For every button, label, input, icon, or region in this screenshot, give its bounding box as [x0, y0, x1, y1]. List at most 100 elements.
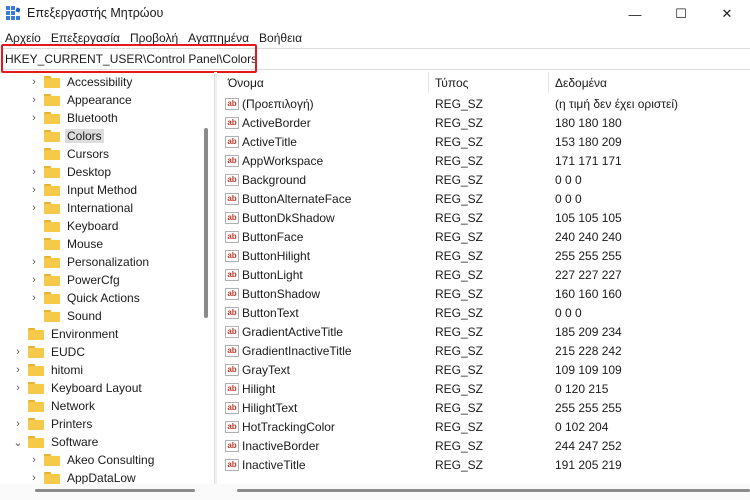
folder-icon — [44, 472, 60, 484]
tree-item-hitomi[interactable]: › hitomi — [12, 361, 85, 379]
minimize-button[interactable]: — — [612, 0, 658, 28]
value-row[interactable]: ab ActiveBorder REG_SZ 180 180 180 — [219, 114, 750, 133]
value-name: Background — [242, 173, 307, 187]
value-row[interactable]: ab ButtonShadow REG_SZ 160 160 160 — [219, 285, 750, 304]
tree-item-software[interactable]: ⌄ Software — [12, 433, 100, 451]
column-header-type[interactable]: Τύπος — [429, 72, 549, 94]
tree-item-quick-actions[interactable]: › Quick Actions — [28, 289, 142, 307]
tree-item-akeo-consulting[interactable]: › Akeo Consulting — [28, 451, 156, 469]
value-name: ActiveTitle — [242, 135, 297, 149]
value-type: REG_SZ — [435, 458, 484, 472]
value-row[interactable]: ab ButtonText REG_SZ 0 0 0 — [219, 304, 750, 323]
value-row[interactable]: ab InactiveTitle REG_SZ 191 205 219 — [219, 456, 750, 475]
tree-item-label: Accessibility — [67, 75, 133, 89]
value-data: 0 120 215 — [555, 382, 609, 396]
chevron-right-icon[interactable]: › — [12, 418, 24, 430]
value-row[interactable]: ab GradientInactiveTitle REG_SZ 215 228 242 — [219, 342, 750, 361]
value-type: REG_SZ — [435, 154, 484, 168]
tree-item-desktop[interactable]: › Desktop — [28, 163, 113, 181]
tree-item-label: EUDC — [51, 345, 86, 359]
chevron-right-icon[interactable]: › — [12, 346, 24, 358]
value-name: GrayText — [242, 363, 291, 377]
value-row[interactable]: ab ButtonAlternateFace REG_SZ 0 0 0 — [219, 190, 750, 209]
tree-item-input-method[interactable]: › Input Method — [28, 181, 139, 199]
chevron-right-icon[interactable]: › — [12, 382, 24, 394]
chevron-right-icon[interactable]: › — [28, 292, 40, 304]
tree-item-environment[interactable]: ›Environment — [12, 325, 120, 343]
value-data: 0 0 0 — [555, 306, 582, 320]
value-type: REG_SZ — [435, 363, 484, 377]
maximize-button[interactable]: ☐ — [658, 0, 704, 28]
tree-item-bluetooth[interactable]: › Bluetooth — [28, 109, 120, 127]
tree-item-appearance[interactable]: › Appearance — [28, 91, 134, 109]
value-data: 0 0 0 — [555, 192, 582, 206]
chevron-right-icon[interactable]: › — [28, 454, 40, 466]
string-value-icon: ab — [225, 307, 239, 319]
chevron-right-icon[interactable]: › — [28, 256, 40, 268]
tree-item-label: Input Method — [67, 183, 138, 197]
value-data: 180 180 180 — [555, 116, 622, 130]
value-name: HotTrackingColor — [242, 420, 335, 434]
chevron-right-icon[interactable]: › — [28, 76, 40, 88]
registry-editor-icon — [6, 6, 20, 20]
folder-icon — [44, 148, 60, 160]
tree-scrollbar[interactable] — [204, 128, 208, 318]
value-row[interactable]: ab ButtonHilight REG_SZ 255 255 255 — [219, 247, 750, 266]
value-row[interactable]: ab GrayText REG_SZ 109 109 109 — [219, 361, 750, 380]
value-name: ButtonAlternateFace — [242, 192, 352, 206]
tree-item-accessibility[interactable]: › Accessibility — [28, 73, 134, 91]
tree-horizontal-scrollbar[interactable] — [35, 489, 195, 492]
key-tree: ›Accessibility›Appearance›Bluetooth›Colo… — [0, 72, 212, 484]
value-row[interactable]: ab (Προεπιλογή) REG_SZ (η τιμή δεν έχει ορι… — [219, 95, 750, 114]
tree-item-mouse[interactable]: ›Mouse — [28, 235, 105, 253]
tree-item-cursors[interactable]: ›Cursors — [28, 145, 111, 163]
value-row[interactable]: ab Hilight REG_SZ 0 120 215 — [219, 380, 750, 399]
chevron-right-icon[interactable]: › — [28, 472, 40, 484]
tree-item-keyboard-layout[interactable]: › Keyboard Layout — [12, 379, 144, 397]
string-value-icon: ab — [225, 155, 239, 167]
column-header-name[interactable]: Όνομα — [219, 72, 429, 94]
chevron-right-icon[interactable]: › — [12, 364, 24, 376]
tree-item-eudc[interactable]: › EUDC — [12, 343, 87, 361]
chevron-right-icon[interactable]: › — [28, 94, 40, 106]
folder-icon — [44, 292, 60, 304]
tree-item-personalization[interactable]: › Personalization — [28, 253, 151, 271]
string-value-icon: ab — [225, 440, 239, 452]
column-header-data[interactable]: Δεδομένα — [549, 72, 750, 94]
chevron-right-icon[interactable]: › — [28, 184, 40, 196]
tree-item-label: Colors — [65, 129, 104, 143]
value-row[interactable]: ab GradientActiveTitle REG_SZ 185 209 234 — [219, 323, 750, 342]
chevron-right-icon[interactable]: › — [28, 202, 40, 214]
tree-item-colors[interactable]: ›Colors — [28, 127, 104, 145]
value-row[interactable]: ab ButtonLight REG_SZ 227 227 227 — [219, 266, 750, 285]
tree-item-network[interactable]: ›Network — [12, 397, 97, 415]
value-row[interactable]: ab HotTrackingColor REG_SZ 0 102 204 — [219, 418, 750, 437]
tree-item-international[interactable]: › International — [28, 199, 135, 217]
chevron-right-icon[interactable]: › — [28, 112, 40, 124]
tree-item-powercfg[interactable]: › PowerCfg — [28, 271, 122, 289]
folder-icon — [28, 364, 44, 376]
values-horizontal-scrollbar[interactable] — [237, 489, 750, 492]
value-row[interactable]: ab ButtonFace REG_SZ 240 240 240 — [219, 228, 750, 247]
chevron-down-icon[interactable]: ⌄ — [12, 436, 24, 449]
close-button[interactable]: ✕ — [704, 0, 750, 28]
value-row[interactable]: ab ActiveTitle REG_SZ 153 180 209 — [219, 133, 750, 152]
pane-splitter[interactable] — [214, 72, 217, 500]
chevron-right-icon[interactable]: › — [28, 166, 40, 178]
chevron-right-icon[interactable]: › — [28, 274, 40, 286]
value-row[interactable]: ab HilightText REG_SZ 255 255 255 — [219, 399, 750, 418]
tree-item-keyboard[interactable]: ›Keyboard — [28, 217, 120, 235]
value-row[interactable]: ab InactiveBorder REG_SZ 244 247 252 — [219, 437, 750, 456]
value-row[interactable]: ab Background REG_SZ 0 0 0 — [219, 171, 750, 190]
string-value-icon: ab — [225, 117, 239, 129]
tree-item-appdatalow[interactable]: › AppDataLow — [28, 469, 138, 484]
tree-item-sound[interactable]: ›Sound — [28, 307, 104, 325]
tree-item-label: Desktop — [67, 165, 112, 179]
menu-help[interactable]: Βοήθεια — [254, 30, 307, 47]
value-row[interactable]: ab AppWorkspace REG_SZ 171 171 171 — [219, 152, 750, 171]
value-type: REG_SZ — [435, 439, 484, 453]
string-value-icon: ab — [225, 364, 239, 376]
tree-item-printers[interactable]: › Printers — [12, 415, 94, 433]
value-data: 0 102 204 — [555, 420, 609, 434]
value-row[interactable]: ab ButtonDkShadow REG_SZ 105 105 105 — [219, 209, 750, 228]
